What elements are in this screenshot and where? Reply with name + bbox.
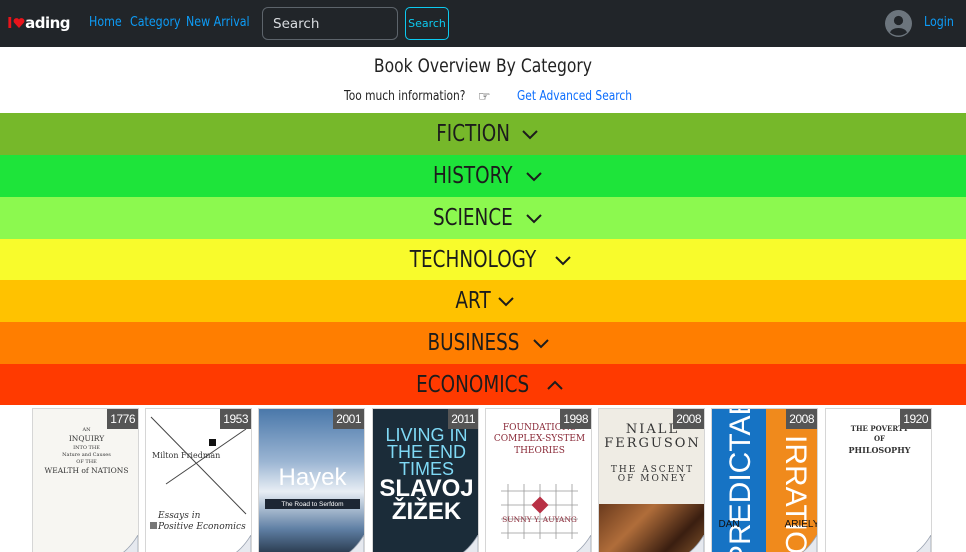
category-label: FICTION	[436, 121, 510, 147]
book-cover-line: Positive Economics	[158, 522, 246, 533]
book-cover-line: INQUIRY	[68, 434, 105, 444]
chevron-down-icon	[525, 172, 542, 182]
category-label: TECHNOLOGY	[409, 246, 537, 273]
category-fiction[interactable]: FICTION	[0, 113, 966, 155]
page-curl-icon	[348, 535, 364, 552]
category-label: HISTORY	[433, 163, 513, 189]
chevron-down-icon	[498, 297, 514, 307]
advanced-search-link[interactable]: Get Advanced Search	[517, 89, 632, 104]
chevron-up-icon	[546, 380, 563, 390]
book-cover-line: COMPLEX-SYSTEM	[493, 434, 586, 445]
year-badge: 1776	[107, 409, 138, 429]
book-cover-text: Hayek The Road to Serfdom	[263, 423, 362, 509]
category-label: SCIENCE	[433, 205, 513, 231]
book-cover-line: SUNNY Y. AUYANG	[502, 514, 577, 524]
book-cover[interactable]: PREDICTABLY IRRATIONAL DAN ARIELY 2008	[711, 408, 818, 552]
year-badge: 2008	[786, 409, 817, 429]
category-art[interactable]: ART	[0, 280, 966, 322]
page-curl-icon	[801, 535, 817, 552]
category-fiction-header: FICTION	[427, 121, 539, 147]
book-cover-line: ŽIŽEK	[391, 498, 462, 526]
book-cover-text: Milton Friedman Essays in Positive Economi…	[150, 423, 249, 534]
navbar: I ading Home Category New Arrival Search…	[0, 0, 966, 47]
book-cover-text: LIVING IN THE END TIMES SLAVOJ ŽIŽEK	[377, 423, 476, 524]
page-curl-icon	[688, 535, 704, 552]
category-label: ART	[455, 288, 491, 314]
book-cover-line: THEORIES	[514, 445, 565, 456]
info-row: Too much information? ☞ Get Advanced Sea…	[0, 88, 966, 107]
book-cover-line: OF MONEY	[617, 474, 688, 485]
page-curl-icon	[462, 535, 478, 552]
chevron-down-icon	[533, 339, 550, 349]
page-curl-icon	[235, 535, 251, 552]
page-curl-icon	[122, 535, 138, 552]
book-cover[interactable]: Hayek The Road to Serfdom 2001	[258, 408, 365, 552]
book-cover-text: NIALL FERGUSON THE ASCENT OF MONEY	[603, 422, 702, 485]
search-button[interactable]: Search	[405, 7, 449, 40]
pointing-hand-icon: ☞	[478, 88, 491, 104]
year-badge: 2008	[673, 409, 704, 429]
category-economics-header: ECONOMICS	[402, 372, 563, 398]
brand-logo[interactable]: I ading	[7, 13, 71, 33]
year-badge: 2001	[333, 409, 364, 429]
category-history[interactable]: HISTORY	[0, 155, 966, 197]
category-business-header: BUSINESS	[416, 330, 551, 356]
brand-text: ading	[25, 14, 71, 32]
login-link[interactable]: Login	[924, 14, 954, 30]
book-cover[interactable]: NIALL FERGUSON THE ASCENT OF MONEY 2008	[598, 408, 705, 552]
book-cover-line: PHILOSOPHY	[848, 444, 911, 455]
category-science-header: SCIENCE	[423, 205, 543, 231]
year-badge: 2011	[448, 409, 478, 429]
book-cover-line: OF	[873, 433, 886, 443]
page-title-text: Book Overview By Category	[373, 55, 593, 77]
category-label: BUSINESS	[427, 330, 519, 356]
book-cover[interactable]: LIVING IN THE END TIMES SLAVOJ ŽIŽEK 2011	[372, 408, 479, 552]
heart-icon	[13, 18, 25, 28]
book-cover-line: ARIELY	[784, 519, 818, 530]
user-avatar-icon[interactable]	[885, 10, 912, 37]
chevron-down-icon	[526, 214, 542, 224]
category-label: ECONOMICS	[416, 371, 530, 398]
search-input[interactable]	[262, 7, 398, 40]
brand-letter-i: I	[7, 14, 13, 32]
book-cover-text: AN INQUIRY INTO THE Nature and Causes OF THE…	[37, 423, 136, 476]
nav-category-link[interactable]: Category	[130, 14, 181, 30]
category-technology-header: TECHNOLOGY	[394, 247, 572, 273]
book-cover-line: The Road to Serfdom	[281, 501, 344, 508]
category-business[interactable]: BUSINESS	[0, 322, 966, 364]
book-cover-line: Essays in	[158, 511, 201, 521]
economics-book-shelf: AN INQUIRY INTO THE Nature and Causes OF THE…	[0, 405, 966, 552]
book-cover[interactable]: FOUNDATIONS COMPLEX-SYSTEM THEORIES SUNNY Y…	[485, 408, 592, 552]
book-cover-line: INTO THE	[73, 444, 100, 451]
chevron-down-icon	[522, 130, 538, 140]
page-title: Book Overview By Category	[0, 55, 966, 77]
year-badge: 1998	[560, 409, 591, 429]
chevron-down-icon	[555, 255, 571, 265]
book-cover-line: PREDICTABLY	[724, 408, 757, 552]
category-economics[interactable]: ECONOMICS	[0, 364, 966, 405]
book-cover-line: Nature and Causes	[62, 451, 111, 458]
book-cover[interactable]: Milton Friedman Essays in Positive Economi…	[145, 408, 252, 552]
book-cover-text: FOUNDATIONS COMPLEX-SYSTEM THEORIES SUNNY Y…	[490, 423, 589, 524]
nav-new-arrival-link[interactable]: New Arrival	[186, 14, 250, 30]
book-cover-line: FERGUSON	[604, 436, 701, 452]
book-cover-line: OF THE	[76, 459, 97, 466]
book-cover-line: WEALTH of NATIONS	[44, 466, 129, 476]
book-cover[interactable]: THE POVERTY OF PHILOSOPHY 1920	[825, 408, 932, 552]
category-technology[interactable]: TECHNOLOGY	[0, 239, 966, 280]
category-art-header: ART	[451, 288, 515, 314]
page-curl-icon	[575, 535, 591, 552]
category-history-header: HISTORY	[423, 163, 542, 189]
book-cover-line: DAN	[718, 519, 740, 530]
book-cover[interactable]: AN INQUIRY INTO THE Nature and Causes OF THE…	[32, 408, 139, 552]
info-text: Too much information?	[344, 89, 466, 104]
nav-home-link[interactable]: Home	[89, 14, 122, 30]
book-cover-line: Milton Friedman	[152, 451, 221, 460]
year-badge: 1953	[220, 409, 251, 429]
book-cover-line: Hayek	[278, 464, 347, 491]
page-curl-icon	[915, 535, 931, 552]
year-badge: 1920	[900, 409, 931, 429]
category-science[interactable]: SCIENCE	[0, 197, 966, 239]
